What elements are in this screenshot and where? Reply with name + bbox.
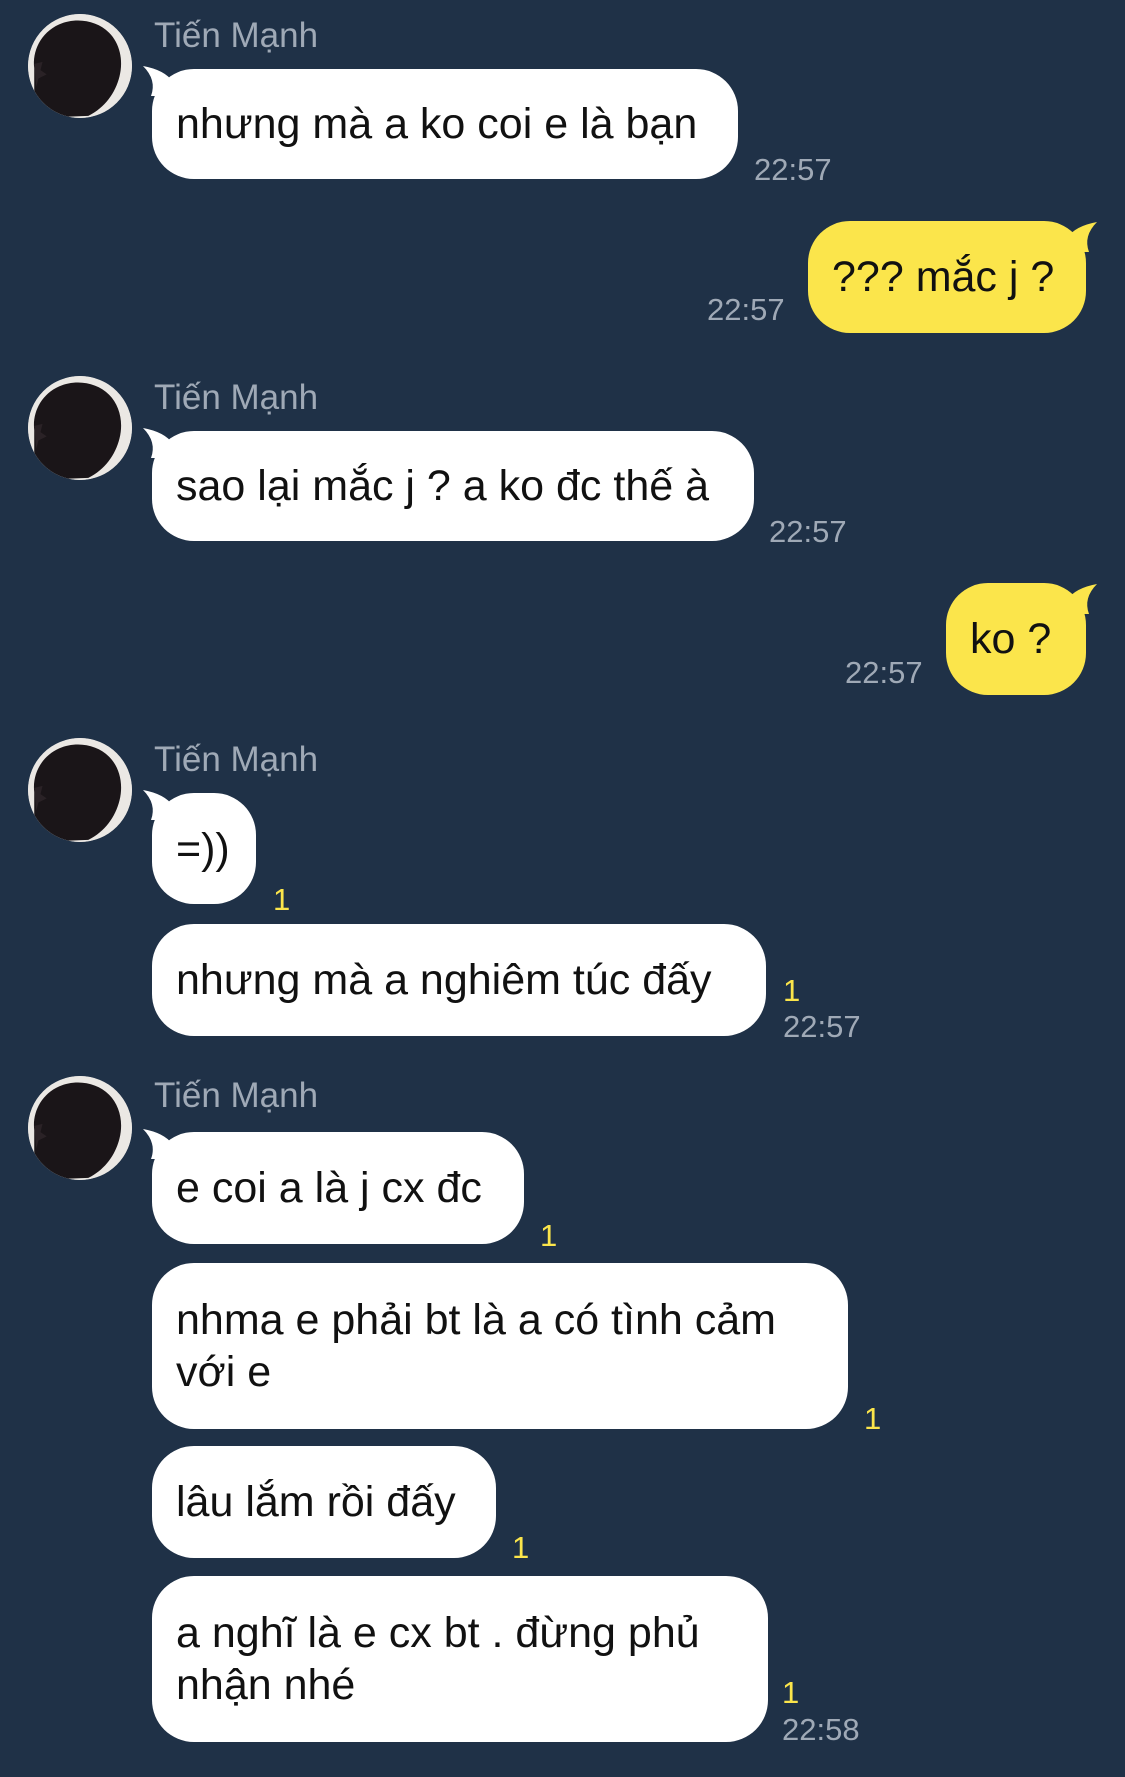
read-count: 1 [540,1218,558,1253]
message-time: 22:57 [845,655,923,690]
sender-name: Tiến Mạnh [154,378,319,417]
message-text: lâu lắm rồi đấy [176,1478,456,1526]
read-count: 1 [512,1530,530,1565]
message-time: 22:57 [754,152,832,187]
read-count: 1 [864,1401,882,1436]
incoming-message[interactable]: nhưng mà a ko coi e là bạn [152,69,738,179]
message-text: sao lại mắc j ? a ko đc thế à [176,462,710,510]
contact-avatar[interactable] [28,738,132,842]
message-time: 22:58 [782,1712,860,1747]
read-count: 1 [782,1675,800,1710]
incoming-message[interactable]: sao lại mắc j ? a ko đc thế à [152,431,754,541]
avatar-silhouette-icon [28,376,132,480]
incoming-message[interactable]: a nghĩ là e cx bt . đừng phủ nhận nhé [152,1576,768,1742]
message-text: =)) [176,824,230,873]
incoming-message[interactable]: nhma e phải bt là a có tình cảm với e [152,1263,848,1429]
message-text: e coi a là j cx đc [176,1164,482,1212]
outgoing-message[interactable]: ko ? [946,583,1086,695]
message-text: nhưng mà a ko coi e là bạn [176,100,698,148]
sender-name: Tiến Mạnh [154,740,319,779]
incoming-message[interactable]: e coi a là j cx đc [152,1132,524,1244]
incoming-message[interactable]: =)) [152,793,256,904]
read-count: 1 [273,882,291,917]
avatar-silhouette-icon [28,1076,132,1180]
message-text: ko ? [970,615,1052,663]
message-time: 22:57 [707,292,785,327]
message-text: a nghĩ là e cx bt . đừng phủ nhận nhé [176,1609,700,1709]
contact-avatar[interactable] [28,1076,132,1180]
avatar-silhouette-icon [28,738,132,842]
incoming-message[interactable]: lâu lắm rồi đấy [152,1446,496,1558]
message-text: ??? mắc j ? [832,253,1055,301]
contact-avatar[interactable] [28,376,132,480]
read-count: 1 [783,973,801,1008]
message-time: 22:57 [783,1009,861,1044]
avatar-silhouette-icon [28,14,132,118]
sender-name: Tiến Mạnh [154,16,319,55]
contact-avatar[interactable] [28,14,132,118]
incoming-message[interactable]: nhưng mà a nghiêm túc đấy [152,924,766,1036]
message-time: 22:57 [769,514,847,549]
outgoing-message[interactable]: ??? mắc j ? [808,221,1086,333]
message-text: nhma e phải bt là a có tình cảm với e [176,1296,776,1396]
sender-name: Tiến Mạnh [154,1076,319,1115]
message-text: nhưng mà a nghiêm túc đấy [176,956,712,1004]
